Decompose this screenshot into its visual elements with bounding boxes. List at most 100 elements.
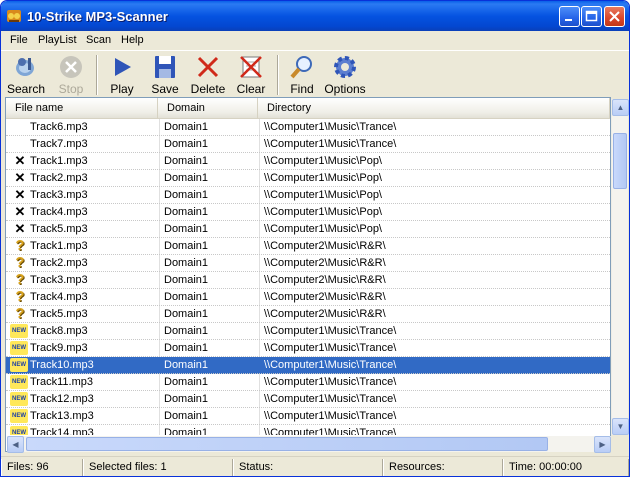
blank-icon: [12, 120, 28, 134]
table-row[interactable]: ✕ Track3.mp3 Domain1 \\Computer1\Music\Pop\: [6, 187, 610, 204]
vertical-scrollbar[interactable]: ▲ ▼: [611, 99, 629, 435]
search-button[interactable]: Search: [5, 54, 47, 96]
missing-file-icon: ✕: [14, 187, 26, 202]
table-row[interactable]: Track7.mp3 Domain1 \\Computer1\Music\Tranc…: [6, 136, 610, 153]
search-label: Search: [6, 82, 46, 96]
title-bar[interactable]: 10-Strike MP3-Scanner: [1, 1, 629, 31]
table-row[interactable]: NEW Track12.mp3 Domain1 \\Computer1\Music\T…: [6, 391, 610, 408]
directory-cell: \\Computer1\Music\Trance\: [264, 121, 397, 133]
app-window: 10-Strike MP3-Scanner File PlayList Scan…: [0, 0, 630, 477]
domain-cell: Domain1: [164, 359, 209, 371]
directory-cell: \\Computer1\Music\Trance\: [264, 376, 397, 388]
scroll-down-button[interactable]: ▼: [612, 418, 629, 435]
table-row[interactable]: ? Track3.mp3 Domain1 \\Computer2\Music\R&R\: [6, 272, 610, 289]
table-row[interactable]: ? Track2.mp3 Domain1 \\Computer2\Music\R&R\: [6, 255, 610, 272]
status-time: Time: 00:00:00: [503, 459, 629, 476]
scroll-left-button[interactable]: ◀: [7, 436, 24, 453]
file-name-cell: Track11.mp3: [30, 376, 93, 388]
stop-button[interactable]: Stop: [53, 54, 89, 96]
clear-button[interactable]: Clear: [232, 54, 270, 96]
save-button[interactable]: Save: [146, 54, 184, 96]
table-row[interactable]: NEW Track10.mp3 Domain1 \\Computer1\Music\T…: [6, 357, 610, 374]
menu-playlist[interactable]: PlayList: [38, 34, 77, 46]
new-file-icon: NEW: [10, 358, 28, 372]
column-header-file-name[interactable]: File name: [6, 98, 158, 119]
menu-help[interactable]: Help: [121, 34, 144, 46]
file-name-cell: Track2.mp3: [30, 172, 88, 184]
table-row[interactable]: ✕ Track2.mp3 Domain1 \\Computer1\Music\Pop\: [6, 170, 610, 187]
domain-cell: Domain1: [164, 189, 209, 201]
save-label: Save: [151, 82, 179, 96]
table-row[interactable]: ✕ Track5.mp3 Domain1 \\Computer1\Music\Pop\: [6, 221, 610, 238]
stop-label: Stop: [58, 82, 84, 96]
horizontal-scrollbar[interactable]: ◀ ▶: [7, 436, 611, 453]
delete-label: Delete: [190, 82, 226, 96]
directory-cell: \\Computer1\Music\Pop\: [264, 223, 382, 235]
domain-cell: Domain1: [164, 274, 209, 286]
table-row[interactable]: Track6.mp3 Domain1 \\Computer1\Music\Tranc…: [6, 119, 610, 136]
file-name-cell: Track14.mp3: [30, 427, 94, 435]
column-header-directory[interactable]: Directory: [258, 98, 610, 119]
menu-file[interactable]: File: [10, 34, 28, 46]
play-button[interactable]: Play: [104, 54, 140, 96]
clear-icon: [240, 56, 262, 78]
file-name-cell: Track6.mp3: [30, 121, 88, 133]
directory-cell: \\Computer2\Music\R&R\: [264, 257, 386, 269]
domain-cell: Domain1: [164, 138, 209, 150]
directory-cell: \\Computer1\Music\Trance\: [264, 138, 397, 150]
delete-button[interactable]: Delete: [188, 54, 228, 96]
table-row[interactable]: NEW Track14.mp3 Domain1 \\Computer1\Music\T…: [6, 425, 610, 435]
table-row[interactable]: ? Track5.mp3 Domain1 \\Computer2\Music\R&R\: [6, 306, 610, 323]
menu-bar: File PlayList Scan Help: [1, 31, 629, 50]
scroll-up-button[interactable]: ▲: [612, 99, 629, 116]
vertical-scroll-thumb[interactable]: [613, 133, 627, 189]
directory-cell: \\Computer2\Music\R&R\: [264, 291, 386, 303]
domain-cell: Domain1: [164, 342, 209, 354]
table-row[interactable]: ✕ Track1.mp3 Domain1 \\Computer1\Music\Pop\: [6, 153, 610, 170]
unknown-file-icon: ?: [15, 254, 25, 271]
maximize-button[interactable]: [581, 6, 602, 27]
menu-scan[interactable]: Scan: [86, 34, 111, 46]
missing-file-icon: ✕: [14, 221, 26, 236]
close-button[interactable]: [604, 6, 625, 27]
gear-icon: [334, 56, 356, 78]
domain-cell: Domain1: [164, 121, 209, 133]
table-row[interactable]: NEW Track13.mp3 Domain1 \\Computer1\Music\T…: [6, 408, 610, 425]
file-list[interactable]: File name Domain Directory Track6.mp3 Dom…: [5, 97, 629, 453]
directory-cell: \\Computer2\Music\R&R\: [264, 308, 386, 320]
column-header-domain[interactable]: Domain: [158, 98, 258, 119]
list-header: File name Domain Directory: [6, 98, 610, 119]
minimize-icon: [565, 19, 572, 21]
minimize-button[interactable]: [559, 6, 580, 27]
missing-file-icon: ✕: [14, 153, 26, 168]
find-label: Find: [290, 82, 314, 96]
new-file-icon: NEW: [10, 426, 28, 435]
status-selected-files: Selected files: 1: [83, 459, 233, 476]
horizontal-scroll-thumb[interactable]: [26, 437, 548, 451]
table-row[interactable]: NEW Track11.mp3 Domain1 \\Computer1\Music\T…: [6, 374, 610, 391]
directory-cell: \\Computer1\Music\Trance\: [264, 359, 397, 371]
table-row[interactable]: NEW Track9.mp3 Domain1 \\Computer1\Music\Tr…: [6, 340, 610, 357]
table-row[interactable]: ? Track1.mp3 Domain1 \\Computer2\Music\R&R\: [6, 238, 610, 255]
domain-cell: Domain1: [164, 410, 209, 422]
file-name-cell: Track3.mp3: [30, 189, 88, 201]
toolbar: Search Stop Play Save Delete Clear Find …: [1, 50, 629, 97]
file-name-cell: Track3.mp3: [30, 274, 88, 286]
unknown-file-icon: ?: [15, 288, 25, 305]
directory-cell: \\Computer1\Music\Pop\: [264, 172, 382, 184]
file-name-cell: Track10.mp3: [30, 359, 94, 371]
find-button[interactable]: Find: [285, 54, 319, 96]
table-row[interactable]: ? Track4.mp3 Domain1 \\Computer2\Music\R&R\: [6, 289, 610, 306]
scroll-right-button[interactable]: ▶: [594, 436, 611, 453]
table-row[interactable]: ✕ Track4.mp3 Domain1 \\Computer1\Music\Pop\: [6, 204, 610, 221]
status-bar: Files: 96 Selected files: 1 Status: Reso…: [1, 456, 629, 476]
status-files: Files: 96: [1, 459, 83, 476]
table-row[interactable]: NEW Track8.mp3 Domain1 \\Computer1\Music\Tr…: [6, 323, 610, 340]
clear-label: Clear: [236, 82, 266, 96]
domain-cell: Domain1: [164, 155, 209, 167]
unknown-file-icon: ?: [15, 305, 25, 322]
close-icon: [609, 11, 620, 22]
file-name-cell: Track12.mp3: [30, 393, 94, 405]
save-icon: [155, 56, 175, 78]
options-button[interactable]: Options: [323, 54, 367, 96]
